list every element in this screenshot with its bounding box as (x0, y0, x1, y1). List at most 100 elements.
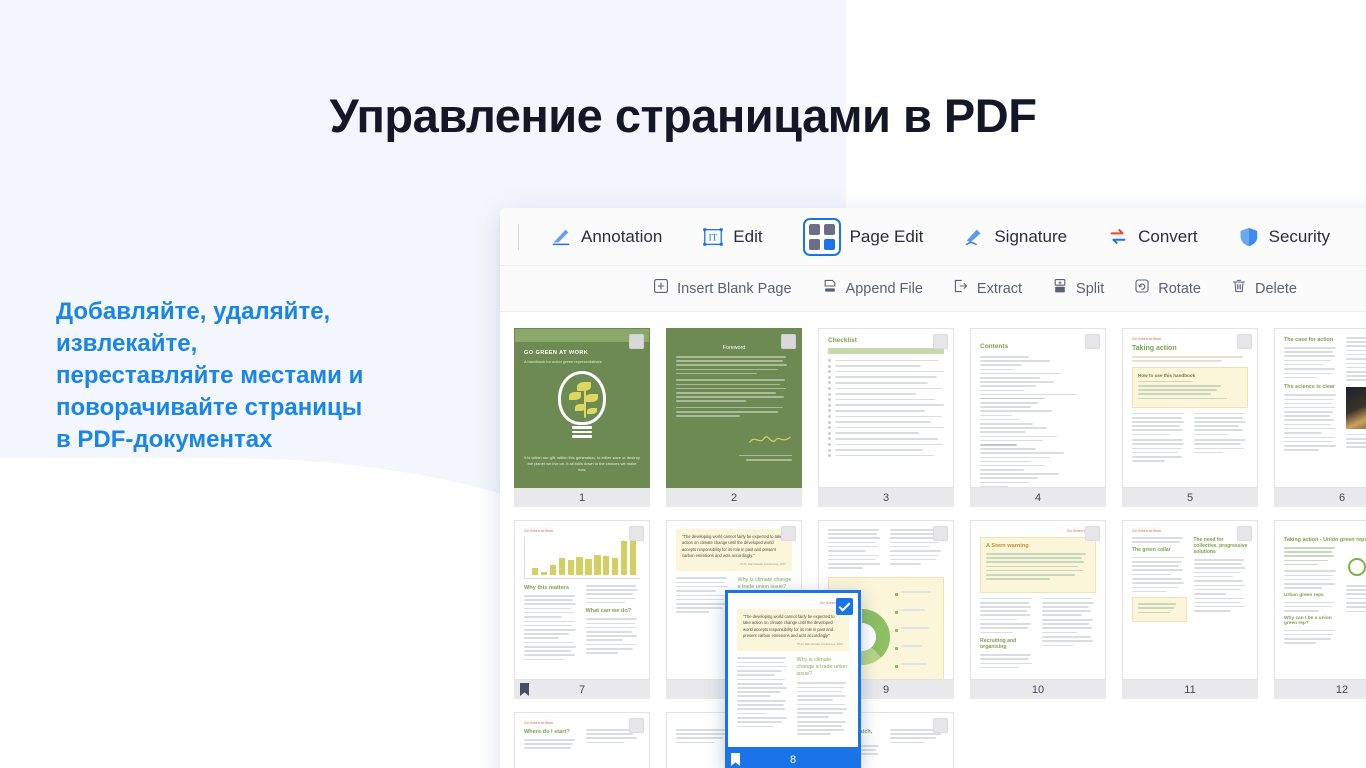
page-checkbox[interactable] (629, 526, 644, 541)
four-squares-icon (802, 217, 841, 256)
running-head: Go Green at Work (524, 529, 554, 533)
page-footer: 10 (970, 680, 1106, 699)
page-title: Управление страницами в PDF (329, 89, 1037, 142)
pen-nib-icon (550, 226, 572, 248)
quote-attribution: ITUC, Bali Climate Conference, 2007 (796, 642, 843, 647)
thumbnail-row: Go Green at Work Why this matters What c… (514, 520, 1366, 699)
page-thumbnail-11[interactable]: Go Green at Work The green collar The ne… (1122, 520, 1258, 699)
tab-security[interactable]: Security (1229, 222, 1339, 252)
split-icon (1052, 278, 1068, 299)
quote-box: "The developing world cannot fairly be e… (737, 609, 849, 652)
page-heading: The case for action (1284, 337, 1334, 343)
page-number: 11 (1184, 683, 1196, 696)
running-head: Go Green at Work (1066, 529, 1096, 533)
page-checkbox[interactable] (629, 718, 644, 733)
append-file-label: Append File (845, 280, 923, 297)
page-checkbox[interactable] (629, 334, 644, 349)
plus-square-icon (653, 278, 669, 299)
page-heading: Taking action (1132, 345, 1177, 352)
page-heading-2: Why can I be a union green rep? (1284, 615, 1332, 626)
check-icon (838, 599, 851, 612)
page-heading: Where do I start? (524, 729, 570, 735)
cover-subtitle: A handbook for union green representativ… (524, 359, 602, 364)
page-thumbnail-1[interactable]: GO GREEN AT WORK A handbook for union gr… (514, 328, 650, 507)
page-preview: Foreword (666, 328, 802, 488)
page-thumbnail-7[interactable]: Go Green at Work Why this matters What c… (514, 520, 650, 699)
split-button[interactable]: Split (1052, 278, 1104, 299)
page-checkbox[interactable] (1237, 526, 1252, 541)
text-box-icon: IT (702, 226, 724, 248)
tab-convert[interactable]: Convert (1098, 222, 1207, 252)
quote-text: "The developing world cannot fairly be e… (682, 534, 783, 559)
quote-text: "The developing world cannot fairly be e… (743, 614, 835, 639)
page-footer: 1 (514, 488, 650, 507)
tab-convert-label: Convert (1138, 226, 1198, 246)
page-checkbox[interactable] (1085, 526, 1100, 541)
callout-title: A Stern warning (986, 543, 1029, 549)
page-footer: 6 (1274, 488, 1366, 507)
page-checkbox[interactable] (933, 526, 948, 541)
insert-blank-page-button[interactable]: Insert Blank Page (653, 278, 792, 299)
quote-box: "The developing world cannot fairly be e… (676, 529, 792, 572)
bar-chart (524, 537, 640, 579)
extract-button[interactable]: Extract (953, 278, 1022, 299)
tab-annotation-label: Annotation (581, 226, 663, 246)
rotate-icon (1134, 278, 1150, 299)
page-thumbnail-2[interactable]: Foreword 2 (666, 328, 802, 507)
append-file-button[interactable]: Append File (822, 278, 923, 299)
page-checkbox[interactable] (1085, 334, 1100, 349)
page-heading: Why this matters (524, 585, 570, 591)
page-footer: 12 (1274, 680, 1366, 699)
page-checkbox[interactable] (933, 334, 948, 349)
page-number: 3 (882, 491, 890, 504)
page-thumbnail-grid[interactable]: GO GREEN AT WORK A handbook for union gr… (500, 312, 1366, 768)
page-checkbox[interactable] (1237, 334, 1252, 349)
cover-title: GO GREEN AT WORK (524, 350, 589, 356)
thumbnail-row: GO GREEN AT WORK A handbook for union gr… (514, 328, 1366, 507)
page-thumbnail-10[interactable]: Go Green at Work A Stern warning Recruit… (970, 520, 1106, 699)
page-thumbnail-4[interactable]: Contents 4 (970, 328, 1106, 507)
page-heading-2: The science is clear (1284, 384, 1335, 391)
page-checkbox[interactable] (781, 334, 796, 349)
tab-edit[interactable]: IT Edit (693, 222, 771, 252)
bookmark-icon (520, 683, 529, 696)
bicycle-graphic (1346, 547, 1366, 581)
page-heading-2: What can we do? (585, 608, 632, 615)
rotate-button[interactable]: Rotate (1134, 278, 1201, 299)
tab-signature[interactable]: Signature (954, 222, 1076, 252)
page-checkbox[interactable] (933, 718, 948, 733)
page-heading-2: Recruiting and organising (980, 638, 1017, 651)
tab-page-edit[interactable]: Page Edit (794, 214, 933, 260)
lead-line-5: в PDF-документах (56, 425, 273, 453)
running-head: Go Green at Work (524, 721, 554, 725)
page-preview: GO GREEN AT WORK A handbook for union gr… (514, 328, 650, 488)
page-number: 2 (730, 491, 738, 504)
page-thumbnail-6[interactable]: The case for action The science is clear (1274, 328, 1366, 507)
page-thumbnail-12[interactable]: Go Green at Work Taking action - Union g… (1274, 520, 1366, 699)
page-preview: Go Green at Work Taking action How to us… (1122, 328, 1258, 488)
extract-arrow-icon (953, 278, 969, 299)
page-thumbnail-13[interactable]: Go Green at Work Where do I start? 13 (514, 712, 650, 768)
page-number: 1 (578, 491, 586, 504)
page-footer: 8 (725, 750, 861, 768)
page-number: 4 (1034, 491, 1042, 504)
page-preview: Contents (970, 328, 1106, 488)
page-footer: 7 (514, 680, 650, 699)
delete-button[interactable]: Delete (1231, 278, 1297, 299)
dragged-page-thumbnail[interactable]: Go Green at Work "The developing world c… (725, 590, 861, 768)
page-thumbnail-3[interactable]: Checklist 3 (818, 328, 954, 507)
signature-pen-icon (963, 226, 985, 248)
page-thumbnail-5[interactable]: Go Green at Work Taking action How to us… (1122, 328, 1258, 507)
tab-annotation[interactable]: Annotation (541, 222, 671, 252)
page-checkbox[interactable] (781, 526, 796, 541)
rotate-label: Rotate (1158, 280, 1201, 297)
main-ribbon: Annotation IT Edit Page Edit Signature C… (500, 208, 1366, 266)
page-preview: Go Green at Work The green collar The ne… (1122, 520, 1258, 680)
quote-attribution: ITUC, Bali Climate Conference, 2007 (739, 562, 786, 567)
page-checkbox-checked[interactable] (836, 598, 853, 615)
page-footer: 2 (666, 488, 802, 507)
page-preview: Go Green at Work Where do I start? (514, 712, 650, 768)
page-footer: 11 (1122, 680, 1258, 699)
page-heading: The green collar (1132, 546, 1171, 553)
extract-label: Extract (976, 280, 1023, 297)
